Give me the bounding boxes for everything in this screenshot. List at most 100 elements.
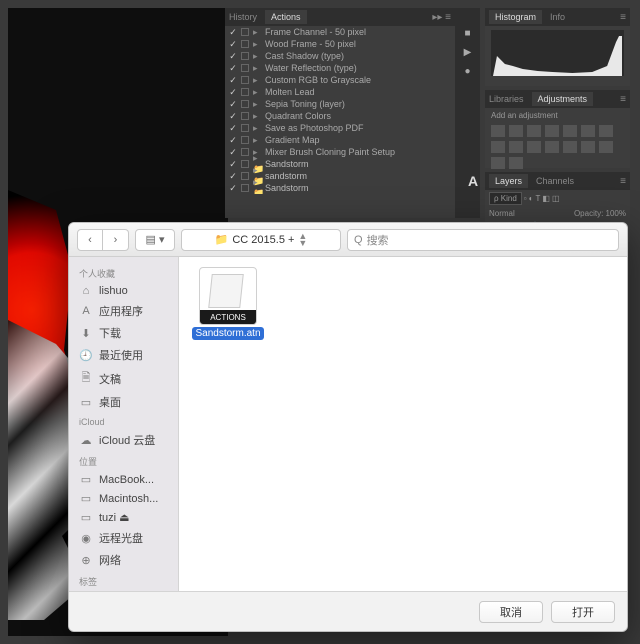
caret-icon[interactable]: ▸ xyxy=(253,75,261,86)
dialog-toggle[interactable] xyxy=(241,100,249,108)
play-icon[interactable]: ▶ xyxy=(464,47,472,58)
action-row[interactable]: ✓▸Frame Channel - 50 pixel xyxy=(225,26,455,38)
path-dropdown[interactable]: 📁 CC 2015.5 + ▲▼ xyxy=(181,229,341,251)
view-mode-button[interactable]: ▤ ▾ xyxy=(135,229,175,251)
filter-icon[interactable]: T xyxy=(535,194,540,203)
tab-histogram[interactable]: Histogram xyxy=(489,10,542,24)
caret-icon[interactable]: ▸ xyxy=(253,63,261,74)
dialog-toggle[interactable] xyxy=(241,136,249,144)
action-row[interactable]: ✓▸Quadrant Colors xyxy=(225,110,455,122)
adj-icon[interactable] xyxy=(599,125,613,137)
filter-icon[interactable]: ◧ xyxy=(542,194,550,203)
sidebar-item[interactable]: ⬇下载 xyxy=(69,322,178,344)
check-icon[interactable]: ✓ xyxy=(229,171,237,182)
dialog-toggle[interactable] xyxy=(241,160,249,168)
sidebar-item[interactable]: ▭桌面 xyxy=(69,391,178,413)
adj-icon[interactable] xyxy=(491,125,505,137)
adj-icon[interactable] xyxy=(563,141,577,153)
dialog-toggle[interactable] xyxy=(241,172,249,180)
check-icon[interactable]: ✓ xyxy=(229,111,237,122)
filter-icon[interactable]: ◫ xyxy=(552,194,560,203)
tab-info[interactable]: Info xyxy=(550,12,565,22)
dialog-toggle[interactable] xyxy=(241,76,249,84)
caret-icon[interactable]: ▸ xyxy=(253,27,261,38)
adj-icon[interactable] xyxy=(563,125,577,137)
nav-forward-button[interactable]: › xyxy=(103,229,129,251)
check-icon[interactable]: ✓ xyxy=(229,147,237,158)
check-icon[interactable]: ✓ xyxy=(229,135,237,146)
filter-icon[interactable]: ▫ xyxy=(524,194,527,203)
action-row[interactable]: ✓▸Custom RGB to Grayscale xyxy=(225,74,455,86)
check-icon[interactable]: ✓ xyxy=(229,159,237,170)
sidebar-item[interactable]: 🗎文稿 xyxy=(69,366,178,391)
stop-icon[interactable]: ■ xyxy=(464,28,470,39)
dialog-toggle[interactable] xyxy=(241,112,249,120)
check-icon[interactable]: ✓ xyxy=(229,39,237,50)
tab-layers[interactable]: Layers xyxy=(489,174,528,188)
action-row[interactable]: ✓▸Save as Photoshop PDF xyxy=(225,122,455,134)
dialog-toggle[interactable] xyxy=(241,28,249,36)
caret-icon[interactable]: ▸ xyxy=(253,123,261,134)
adj-icon[interactable] xyxy=(527,141,541,153)
sidebar-item[interactable]: A应用程序 xyxy=(69,300,178,322)
adj-icon[interactable] xyxy=(581,141,595,153)
dialog-toggle[interactable] xyxy=(241,52,249,60)
caret-icon[interactable]: ▸ xyxy=(253,99,261,110)
action-row[interactable]: ✓▸ 📁Sandstorm xyxy=(225,182,455,194)
nav-back-button[interactable]: ‹ xyxy=(77,229,103,251)
sidebar-item[interactable]: ▭MacBook... xyxy=(69,470,178,489)
action-row[interactable]: ✓▸Water Reflection (type) xyxy=(225,62,455,74)
adj-icon[interactable] xyxy=(491,157,505,169)
tab-adjustments[interactable]: Adjustments xyxy=(532,92,594,106)
action-row[interactable]: ✓▸Molten Lead xyxy=(225,86,455,98)
sidebar-item[interactable]: 🕘最近使用 xyxy=(69,344,178,366)
check-icon[interactable]: ✓ xyxy=(229,87,237,98)
check-icon[interactable]: ✓ xyxy=(229,63,237,74)
dialog-toggle[interactable] xyxy=(241,148,249,156)
adj-icon[interactable] xyxy=(509,141,523,153)
action-row[interactable]: ✓▸Cast Shadow (type) xyxy=(225,50,455,62)
character-panel-icon[interactable]: A xyxy=(468,173,478,189)
sidebar-item[interactable]: ⌂lishuo xyxy=(69,282,178,300)
layer-filter-kind[interactable]: ρ Kind xyxy=(489,192,522,205)
sidebar-item[interactable]: ▭tuzi ⏏ xyxy=(69,508,178,527)
caret-icon[interactable]: ▸ xyxy=(253,135,261,146)
action-row[interactable]: ✓▸Sepia Toning (layer) xyxy=(225,98,455,110)
dialog-toggle[interactable] xyxy=(241,40,249,48)
finder-content[interactable]: ACTIONS Sandstorm.atn xyxy=(179,257,627,591)
dialog-toggle[interactable] xyxy=(241,88,249,96)
tab-history[interactable]: History xyxy=(229,12,257,22)
sidebar-item[interactable]: ◉远程光盘 xyxy=(69,527,178,549)
adj-icon[interactable] xyxy=(599,141,613,153)
caret-icon[interactable]: ▸ xyxy=(253,51,261,62)
search-field[interactable]: Q 搜索 xyxy=(347,229,619,251)
panel-collapse-icon[interactable]: ▸▸ ≡ xyxy=(432,12,451,23)
dialog-toggle[interactable] xyxy=(241,124,249,132)
panel-menu-icon[interactable]: ≡ xyxy=(620,94,626,105)
adj-icon[interactable] xyxy=(581,125,595,137)
check-icon[interactable]: ✓ xyxy=(229,99,237,110)
open-button[interactable]: 打开 xyxy=(551,601,615,623)
dialog-toggle[interactable] xyxy=(241,184,249,192)
caret-icon[interactable]: ▸ 📁 xyxy=(253,177,261,194)
caret-icon[interactable]: ▸ xyxy=(253,39,261,50)
opacity-value[interactable]: 100% xyxy=(606,209,626,218)
tab-libraries[interactable]: Libraries xyxy=(489,94,524,104)
sidebar-item[interactable]: ▭Macintosh... xyxy=(69,489,178,508)
panel-menu-icon[interactable]: ≡ xyxy=(620,176,626,187)
filter-icon[interactable]: ◐ xyxy=(529,194,534,203)
panel-menu-icon[interactable]: ≡ xyxy=(620,12,626,23)
check-icon[interactable]: ✓ xyxy=(229,123,237,134)
dialog-toggle[interactable] xyxy=(241,64,249,72)
action-row[interactable]: ✓▸Gradient Map xyxy=(225,134,455,146)
file-item[interactable]: ACTIONS Sandstorm.atn xyxy=(191,267,265,340)
tab-actions[interactable]: Actions xyxy=(265,10,307,24)
adj-icon[interactable] xyxy=(491,141,505,153)
adj-icon[interactable] xyxy=(545,141,559,153)
record-icon[interactable]: ● xyxy=(464,66,470,77)
caret-icon[interactable]: ▸ xyxy=(253,111,261,122)
blend-mode-select[interactable]: Normal xyxy=(489,209,515,218)
check-icon[interactable]: ✓ xyxy=(229,183,237,194)
sidebar-item[interactable]: ⊕网络 xyxy=(69,549,178,571)
tab-channels[interactable]: Channels xyxy=(536,176,574,186)
